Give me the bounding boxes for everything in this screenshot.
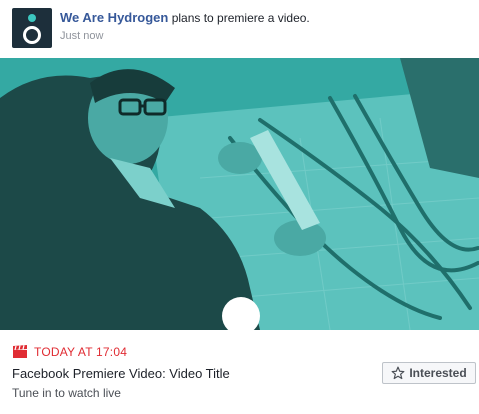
video-frame-illustration bbox=[0, 58, 479, 330]
post-action-text: plans to premiere a video. bbox=[168, 11, 310, 25]
post-timestamp[interactable]: Just now bbox=[60, 30, 103, 42]
post-title-line: We Are Hydrogen plans to premiere a vide… bbox=[60, 10, 310, 26]
premiere-post-card: We Are Hydrogen plans to premiere a vide… bbox=[0, 0, 479, 414]
event-footer: TODAY AT 17:04 Facebook Premiere Video: … bbox=[0, 330, 479, 414]
star-icon bbox=[391, 366, 405, 380]
page-name-link[interactable]: We Are Hydrogen bbox=[60, 10, 168, 25]
post-header: We Are Hydrogen plans to premiere a vide… bbox=[0, 0, 479, 58]
interested-button[interactable]: Interested bbox=[382, 362, 476, 384]
event-time-label: TODAY AT 17:04 bbox=[34, 345, 128, 359]
event-title[interactable]: Facebook Premiere Video: Video Title bbox=[12, 366, 230, 381]
clapperboard-icon bbox=[13, 345, 27, 358]
interested-label: Interested bbox=[409, 366, 467, 380]
event-subtitle: Tune in to watch live bbox=[12, 386, 121, 400]
logo-ring bbox=[23, 26, 41, 44]
event-time-row: TODAY AT 17:04 bbox=[12, 344, 127, 360]
video-thumbnail[interactable] bbox=[0, 58, 479, 330]
page-avatar[interactable] bbox=[12, 8, 52, 48]
logo-dot bbox=[28, 14, 36, 22]
